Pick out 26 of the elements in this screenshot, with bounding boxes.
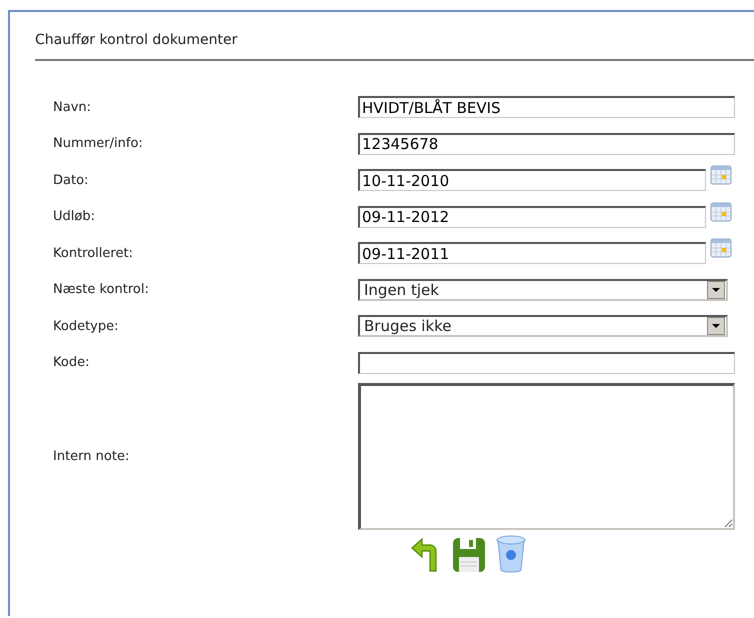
note-field[interactable] xyxy=(358,382,735,530)
save-icon[interactable] xyxy=(452,537,486,573)
dropdown-arrow-icon xyxy=(711,286,721,293)
input-field[interactable]: 10-11-2010 xyxy=(358,169,706,192)
input-field[interactable] xyxy=(358,352,735,374)
field-label: Kodetype: xyxy=(53,318,120,334)
field-label: Navn: xyxy=(53,100,92,115)
input-field[interactable]: 12345678 xyxy=(358,132,735,155)
field-label: Kode: xyxy=(53,355,90,370)
input-field[interactable]: 09-11-2012 xyxy=(358,206,706,228)
calendar-icon[interactable] xyxy=(710,238,732,258)
field-label: Næste kontrol: xyxy=(53,282,150,298)
input-field[interactable]: 09-11-2011 xyxy=(358,242,706,264)
field-label: Nummer/info: xyxy=(53,136,144,152)
calendar-icon[interactable] xyxy=(710,165,732,186)
field-label: Intern note: xyxy=(53,448,130,464)
input-field[interactable]: HVIDT/BLÅT BEVIS xyxy=(358,96,735,118)
trash-icon[interactable] xyxy=(496,535,526,573)
panel-title: Chauffør kontrol dokumenter xyxy=(35,32,238,50)
field-label: Kontrolleret: xyxy=(53,246,134,261)
dropdown-arrow-icon xyxy=(711,323,721,330)
field-label: Dato: xyxy=(53,172,90,188)
dropdown[interactable]: Bruges ikke xyxy=(358,315,728,338)
dropdown[interactable]: Ingen tjek xyxy=(358,278,728,301)
field-label: Udløb: xyxy=(53,209,96,224)
calendar-icon[interactable] xyxy=(710,202,732,222)
